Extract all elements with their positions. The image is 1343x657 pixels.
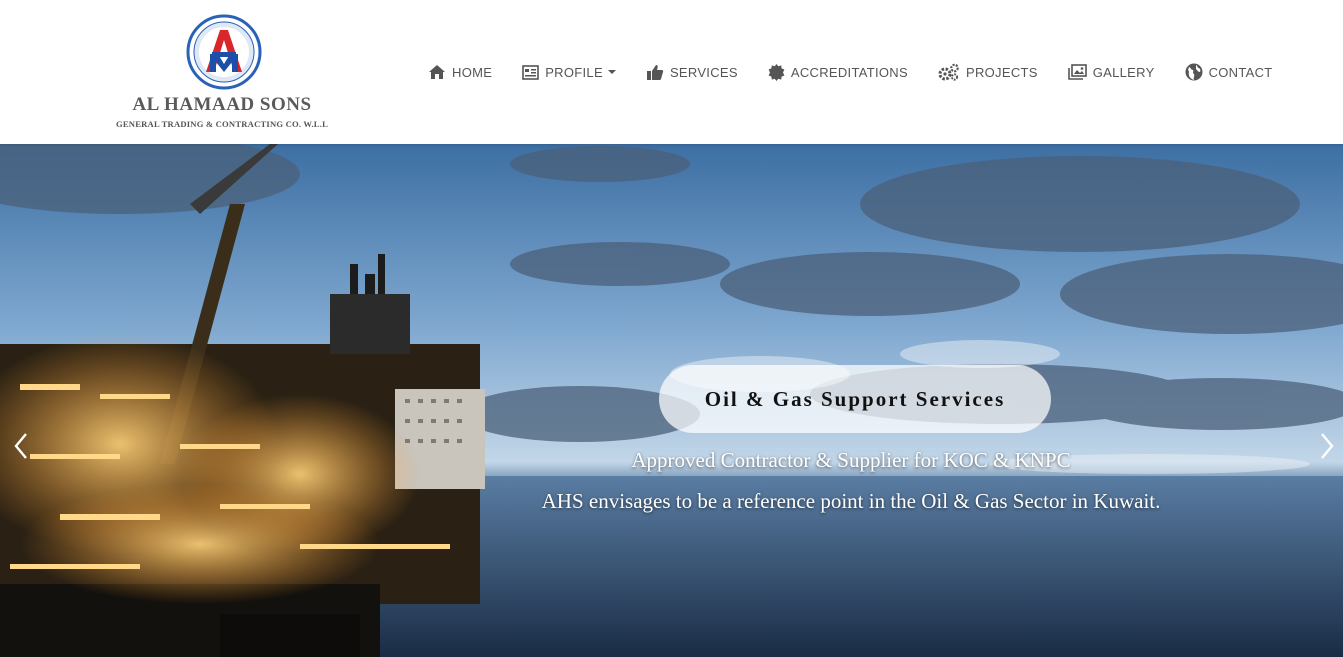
carousel-next-arrow[interactable] xyxy=(1312,426,1342,466)
main-nav: HOME PROFILE SERVICES ACCREDITATIONS PRO… xyxy=(428,58,1273,86)
hero-title-pill: Oil & Gas Support Services xyxy=(659,365,1051,433)
nav-item-label: GALLERY xyxy=(1092,64,1155,80)
logo-emblem-icon xyxy=(186,14,262,90)
gears-icon xyxy=(938,63,959,81)
hero-description: AHS envisages to be a reference point in… xyxy=(541,489,1161,513)
carousel-prev-arrow[interactable] xyxy=(6,426,36,466)
nav-item-label: HOME xyxy=(452,64,493,80)
company-name: AL HAMAAD SONS xyxy=(132,94,312,115)
nav-item-home[interactable]: HOME xyxy=(428,64,492,80)
nav-item-contact[interactable]: CONTACT xyxy=(1185,63,1273,81)
nav-item-label: SERVICES xyxy=(669,64,738,80)
nav-item-label: ACCREDITATIONS xyxy=(790,64,908,80)
hero-carousel: Oil & Gas Support Services Approved Cont… xyxy=(0,144,1343,657)
globe-icon xyxy=(1185,63,1203,81)
hero-title: Oil & Gas Support Services xyxy=(704,386,1006,411)
nav-item-label: CONTACT xyxy=(1208,64,1273,80)
nav-item-accreditations[interactable]: ACCREDITATIONS xyxy=(768,63,908,81)
gallery-icon xyxy=(1067,64,1087,80)
site-header: AL HAMAAD SONS GENERAL TRADING & CONTRAC… xyxy=(0,0,1343,144)
company-subtitle: GENERAL TRADING & CONTRACTING CO. W.L.L xyxy=(115,119,329,129)
nav-item-label: PROFILE xyxy=(545,64,603,80)
nav-item-services[interactable]: SERVICES xyxy=(646,64,738,81)
profile-icon xyxy=(522,64,540,80)
caret-down-icon xyxy=(607,70,616,74)
certificate-icon xyxy=(768,63,785,81)
nav-item-profile[interactable]: PROFILE xyxy=(522,65,616,80)
nav-item-projects[interactable]: PROJECTS xyxy=(938,63,1038,81)
home-icon xyxy=(429,65,445,79)
nav-item-label: PROJECTS xyxy=(965,64,1038,80)
nav-item-gallery[interactable]: GALLERY xyxy=(1067,64,1155,80)
hero-tagline: Approved Contractor & Supplier for KOC &… xyxy=(631,448,1071,472)
thumbs-up-icon xyxy=(646,64,664,80)
company-logo[interactable]: AL HAMAAD SONS GENERAL TRADING & CONTRAC… xyxy=(108,12,336,134)
